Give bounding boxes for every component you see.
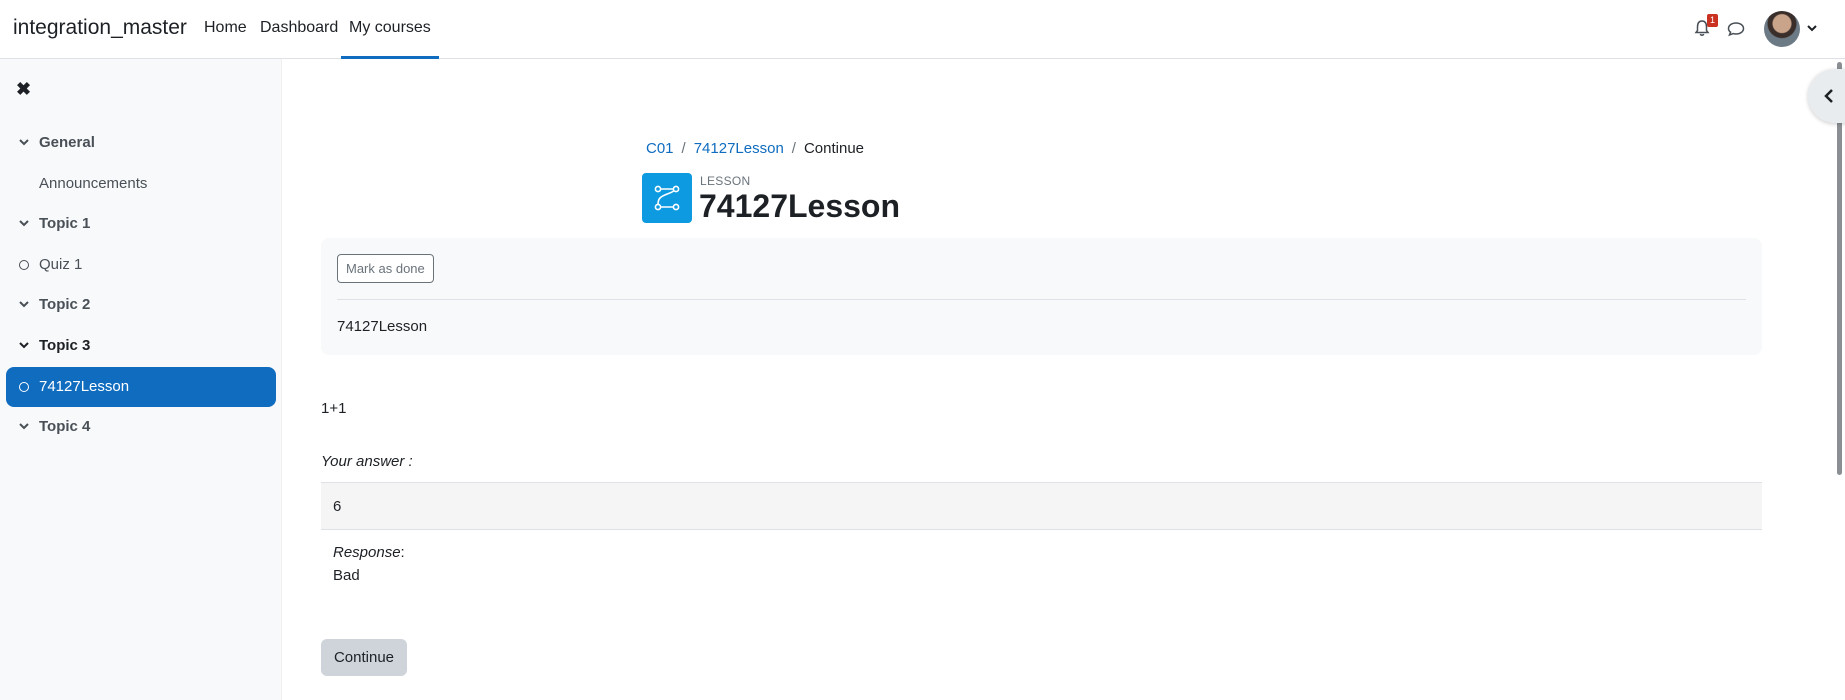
- question-text: 1+1: [321, 400, 347, 417]
- sidebar-item-topic-1[interactable]: Topic 1: [6, 204, 276, 244]
- page-pretitle: LESSON: [700, 174, 751, 188]
- breadcrumb-separator: /: [791, 140, 796, 157]
- sidebar-item-topic-4[interactable]: Topic 4: [6, 407, 276, 447]
- answer-box: 6: [321, 482, 1762, 530]
- chevron-down-icon[interactable]: [18, 420, 30, 432]
- nav-dashboard[interactable]: Dashboard: [260, 19, 338, 37]
- page-title: 74127Lesson: [699, 188, 901, 224]
- completion-circle-icon: [19, 260, 29, 270]
- sidebar-item-74127lesson[interactable]: 74127Lesson: [6, 367, 276, 407]
- chat-icon[interactable]: [1726, 19, 1746, 39]
- nav-home[interactable]: Home: [204, 19, 247, 37]
- sidebar-item-label: Topic 1: [39, 215, 91, 232]
- top-navbar: integration_master Home Dashboard My cou…: [0, 0, 1845, 59]
- nav-my-courses[interactable]: My courses: [341, 19, 439, 59]
- sidebar-item-quiz-1[interactable]: Quiz 1: [6, 245, 276, 285]
- response-label: Response:: [333, 544, 405, 561]
- breadcrumb: C01 / 74127Lesson / Continue: [646, 140, 864, 157]
- user-avatar[interactable]: [1764, 11, 1800, 47]
- divider: [337, 299, 1746, 300]
- sidebar-item-label: Topic 2: [39, 296, 91, 313]
- sidebar-item-topic-3[interactable]: Topic 3: [6, 326, 276, 366]
- sidebar-item-general[interactable]: General: [6, 123, 276, 163]
- continue-button[interactable]: Continue: [321, 639, 407, 676]
- chevron-left-icon: [1824, 89, 1833, 103]
- sidebar-item-label: Quiz 1: [39, 256, 83, 273]
- chevron-down-icon[interactable]: [18, 136, 30, 148]
- close-icon[interactable]: ✖: [16, 79, 31, 100]
- sidebar-item-topic-2[interactable]: Topic 2: [6, 285, 276, 325]
- site-brand[interactable]: integration_master: [13, 16, 187, 40]
- lesson-icon: [642, 173, 692, 223]
- sidebar-item-label: Topic 3: [39, 337, 91, 354]
- sidebar-item-label: 74127Lesson: [39, 378, 130, 395]
- chevron-down-icon[interactable]: [1806, 22, 1818, 34]
- open-block-drawer-button[interactable]: [1808, 69, 1845, 123]
- completion-circle-icon: [19, 382, 29, 392]
- breadcrumb-current: Continue: [803, 140, 865, 157]
- sidebar-item-label: Topic 4: [39, 418, 91, 435]
- breadcrumb-link-lesson[interactable]: 74127Lesson: [694, 140, 784, 157]
- chevron-down-icon[interactable]: [18, 298, 30, 310]
- mark-as-done-button[interactable]: Mark as done: [337, 254, 434, 283]
- chevron-down-icon[interactable]: [18, 339, 30, 351]
- course-index-drawer: ✖ General Announcements Topic 1 Quiz 1 T…: [0, 59, 282, 700]
- answer-value: 6: [333, 498, 342, 515]
- notification-badge: 1: [1707, 14, 1718, 27]
- breadcrumb-link-course[interactable]: C01: [646, 140, 674, 157]
- sidebar-item-label: General: [39, 134, 95, 151]
- sidebar-item-label: Announcements: [39, 175, 148, 192]
- your-answer-label: Your answer :: [321, 453, 413, 470]
- sidebar-item-announcements[interactable]: Announcements: [6, 164, 276, 204]
- activity-description: 74127Lesson: [337, 318, 428, 335]
- breadcrumb-separator: /: [681, 140, 686, 157]
- response-value: Bad: [333, 567, 360, 584]
- activity-header: Mark as done 74127Lesson: [321, 238, 1762, 355]
- chevron-down-icon[interactable]: [18, 217, 30, 229]
- scrollbar-thumb[interactable]: [1837, 62, 1842, 475]
